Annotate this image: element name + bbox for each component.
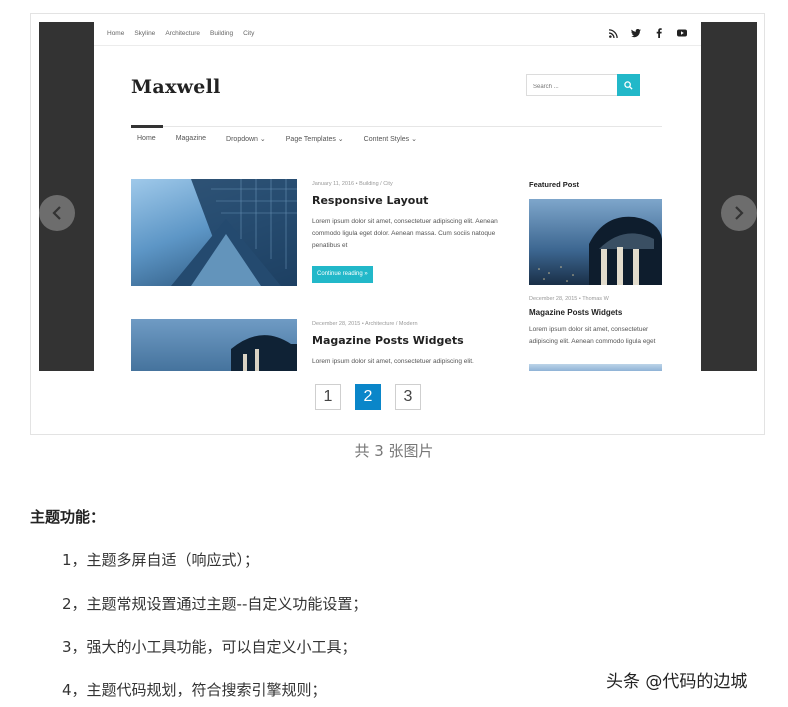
search-input[interactable] [527,77,617,97]
page-button-2[interactable]: 2 [355,384,381,410]
main-nav-item-page-templates[interactable]: Page Templates ⌄ [286,135,344,143]
featured-post-thumbnail[interactable] [529,199,662,285]
featured-post-meta: December 28, 2015 • Thomas W [529,296,609,302]
continue-reading-button[interactable]: Continue reading » [312,266,373,283]
gallery-next-button[interactable] [721,195,757,231]
sidebar-image-partial [529,364,662,371]
gallery-caption: 共 3 张图片 [354,442,434,460]
youtube-icon[interactable] [677,28,687,38]
search-icon [624,80,633,90]
post-title[interactable]: Responsive Layout [312,194,428,207]
chevron-left-icon [52,206,61,220]
skyscraper-image [171,179,297,286]
page-button-3[interactable]: 3 [395,384,421,410]
post-thumbnail[interactable] [131,179,297,286]
page-button-1[interactable]: 1 [315,384,341,410]
sidebar-widget-title: Featured Post [529,180,580,189]
main-nav-item-home[interactable]: Home [137,135,156,143]
twitter-icon[interactable] [631,28,641,38]
image-gallery: Home Skyline Architecture Building City [30,13,765,435]
top-nav-item[interactable]: City [243,30,254,37]
post-meta: December 28, 2015 • Architecture / Moder… [312,321,418,327]
top-nav-item[interactable]: Home [107,30,124,37]
facebook-icon[interactable] [654,28,664,38]
top-bar: Home Skyline Architecture Building City [94,22,701,46]
main-nav-item-dropdown[interactable]: Dropdown ⌄ [226,135,266,143]
post-meta: January 11, 2016 • Building / City [312,181,393,187]
feature-item: 1，主题多屏自适（响应式）； [62,551,260,569]
chevron-right-icon [735,206,744,220]
watermark: 头条 @代码的边城 [606,672,748,692]
search-button[interactable] [617,74,640,96]
main-nav: Home Magazine Dropdown ⌄ Page Templates … [137,135,417,143]
gallery-prev-button[interactable] [39,195,75,231]
main-nav-active-indicator [131,125,163,128]
observatory-image [538,216,662,285]
main-nav-item-content-styles[interactable]: Content Styles ⌄ [364,135,417,143]
observatory-image [231,335,297,371]
top-nav-item[interactable]: Architecture [165,30,200,37]
main-nav-divider [131,126,662,127]
post-excerpt: Lorem ipsum dolor sit amet, consectetuer… [312,218,498,249]
top-nav: Home Skyline Architecture Building City [107,30,254,37]
social-icons [608,28,687,38]
feature-item: 3，强大的小工具功能，可以自定义小工具； [62,638,357,656]
top-nav-item[interactable]: Skyline [134,30,155,37]
features-heading: 主题功能： [30,508,106,526]
main-nav-item-magazine[interactable]: Magazine [176,135,206,143]
post-excerpt: Lorem ipsum dolor sit amet, consectetuer… [312,358,474,365]
rss-icon[interactable] [608,28,618,38]
site-logo[interactable]: Maxwell [131,76,221,98]
gallery-pager: 1 2 3 [315,384,421,410]
search-form [526,74,640,97]
featured-post-title[interactable]: Magazine Posts Widgets [529,308,622,317]
feature-item: 4，主题代码规划，符合搜索引擎规则； [62,681,327,699]
post-title[interactable]: Magazine Posts Widgets [312,334,464,347]
feature-item: 2，主题常规设置通过主题--自定义功能设置； [62,595,368,613]
gallery-slide[interactable]: Home Skyline Architecture Building City [39,22,757,371]
theme-preview-screenshot: Home Skyline Architecture Building City [94,22,701,371]
featured-post-excerpt: Lorem ipsum dolor sit amet, consectetuer… [529,326,656,345]
top-nav-item[interactable]: Building [210,30,233,37]
post-thumbnail[interactable] [131,319,297,371]
